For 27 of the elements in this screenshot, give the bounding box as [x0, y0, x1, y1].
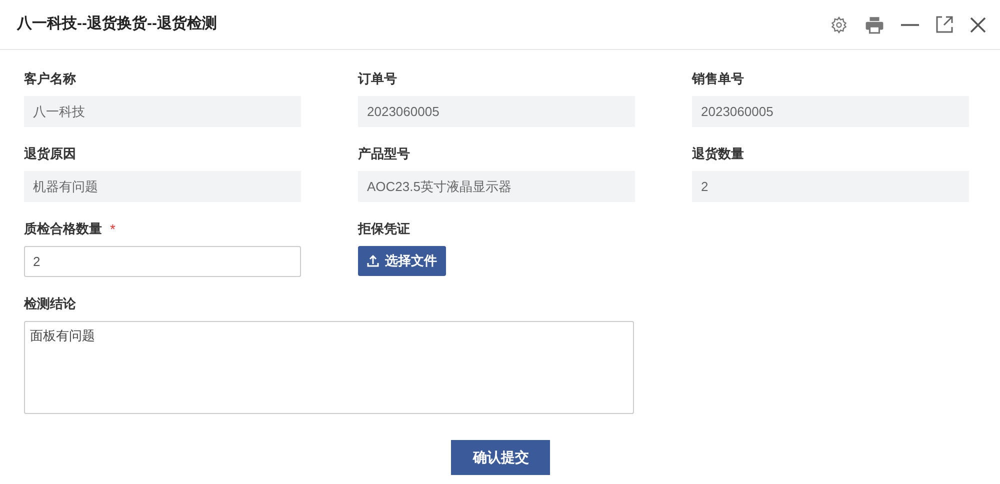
field-label: 订单号 — [358, 70, 397, 88]
readonly-field: 2023060005 — [692, 96, 969, 127]
upload-button[interactable]: 选择文件 — [358, 246, 446, 276]
readonly-field: 2023060005 — [358, 96, 635, 127]
minimize-icon[interactable] — [901, 22, 919, 26]
required-mark: * — [110, 222, 116, 236]
print-icon[interactable] — [865, 16, 884, 34]
input-field[interactable]: 2 — [24, 246, 301, 277]
field-label: 退货原因 — [24, 145, 76, 164]
window-title: 八一科技--退货换货--退货检测 — [17, 14, 217, 34]
field-label: 产品型号 — [358, 145, 410, 164]
field-label: 拒保凭证 — [358, 220, 410, 238]
field-label: 质检合格数量 — [24, 220, 102, 238]
upload-icon — [367, 255, 379, 267]
field-label: 客户名称 — [24, 70, 76, 88]
readonly-field: 八一科技 — [24, 96, 301, 127]
readonly-field: AOC23.5英寸液晶显示器 — [358, 171, 635, 202]
field-label: 退货数量 — [692, 145, 744, 164]
field-label: 销售单号 — [692, 70, 744, 88]
close-icon[interactable] — [970, 16, 986, 32]
textarea-field[interactable]: 面板有问题 — [24, 321, 634, 414]
field-label: 检测结论 — [24, 295, 76, 314]
settings-icon[interactable] — [830, 16, 848, 34]
maximize-icon[interactable] — [936, 16, 953, 33]
readonly-field: 机器有问题 — [24, 171, 301, 202]
readonly-field: 2 — [692, 171, 969, 202]
submit-button[interactable]: 确认提交 — [450, 440, 550, 475]
